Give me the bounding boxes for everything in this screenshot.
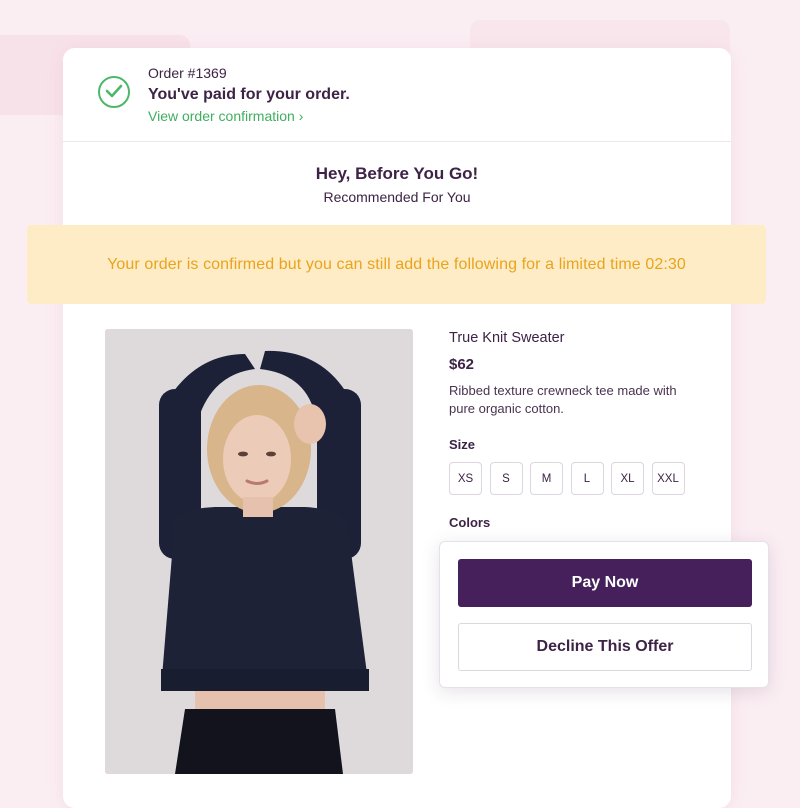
view-order-confirmation-link[interactable]: View order confirmation ›: [148, 108, 303, 124]
product-description: Ribbed texture crewneck tee made with pu…: [449, 383, 677, 416]
product-name: True Knit Sweater: [449, 330, 565, 346]
upsell-headline: Hey, Before You Go!: [315, 164, 479, 183]
size-option-xs[interactable]: XS: [449, 462, 482, 495]
size-option-xxl[interactable]: XXL: [651, 462, 685, 495]
action-panel: Pay Now Decline This Offer: [439, 541, 769, 688]
size-options: XS S M L XL XXL: [449, 462, 685, 495]
size-option-s[interactable]: S: [489, 462, 523, 495]
decline-offer-button[interactable]: Decline This Offer: [458, 623, 752, 671]
product-image: [105, 329, 413, 774]
limited-time-notice: Your order is confirmed but you can stil…: [27, 225, 766, 304]
order-header: Order #1369 You've paid for your order. …: [63, 48, 731, 142]
size-label: Size: [449, 437, 476, 452]
check-circle-icon: [98, 76, 130, 108]
size-option-m[interactable]: M: [530, 462, 563, 495]
size-option-l[interactable]: L: [570, 462, 604, 495]
colors-label: Colors: [449, 515, 491, 530]
product-price: $62: [449, 356, 475, 373]
upsell-subheadline: Recommended For You: [323, 189, 471, 205]
payment-status: You've paid for your order.: [148, 86, 350, 103]
pay-now-button[interactable]: Pay Now: [458, 559, 752, 607]
size-option-xl[interactable]: XL: [611, 462, 644, 495]
order-number: Order #1369: [148, 65, 227, 81]
